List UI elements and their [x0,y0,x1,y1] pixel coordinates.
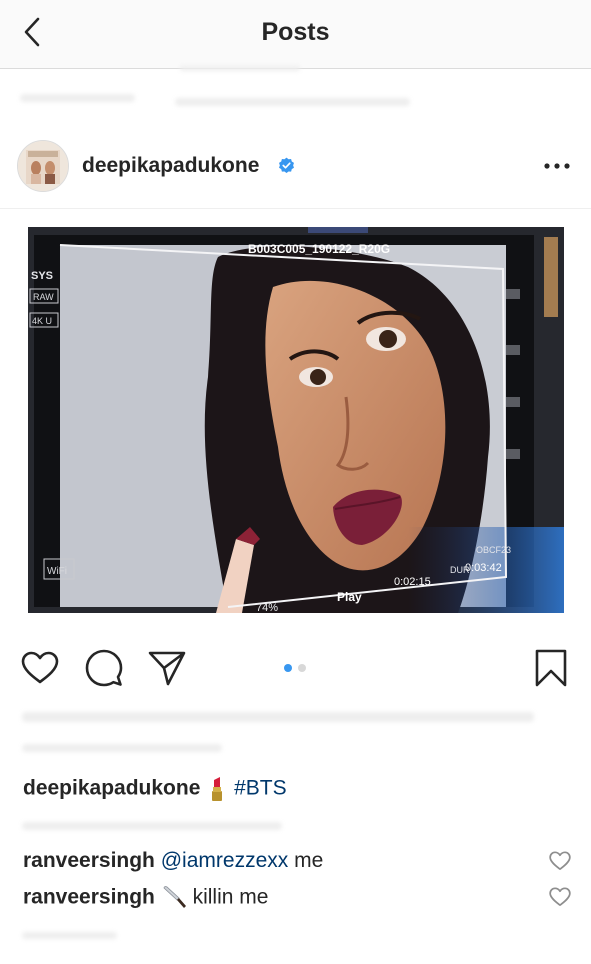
comment-text: me [288,849,324,872]
faded-timestamp [22,932,117,939]
comment-text: killin me [192,885,269,909]
comment-like-button[interactable] [549,887,571,909]
post-header: deepikapadukone [0,140,591,194]
comment-button[interactable] [83,645,125,691]
page-title: Posts [261,18,330,46]
caption-hashtag[interactable]: #BTS [234,777,287,800]
comment-mention[interactable]: @iamrezzexx [161,849,289,872]
save-button[interactable] [530,645,572,691]
heart-icon [549,851,571,870]
faded-likes-line [22,712,534,722]
monitor-timecode: 0:02:15 [394,576,431,588]
monitor-duration: 0:03:42 [465,562,502,574]
more-options-button[interactable] [543,152,571,180]
bookmark-icon [535,649,567,687]
monitor-cam-label: OBCF23 [476,545,511,555]
carousel-dot [298,664,306,672]
send-icon [148,651,186,686]
top-bar: Posts [0,0,591,69]
post-image[interactable]: SYS RAW 4K U WiFi B003C005_190122_R20G 7… [28,227,564,613]
comment-username[interactable]: ranveersingh [23,886,155,909]
comment-icon [85,649,123,687]
monitor-clip-name: B003C005_190122_R20G [248,242,390,256]
caption-username[interactable]: deepikapadukone [23,777,200,800]
carousel-indicator [284,664,306,672]
faded-previous-content [20,94,135,102]
monitor-wifi-label: WiFi [47,566,67,577]
header-divider [0,208,591,209]
post-username[interactable]: deepikapadukone [82,154,259,178]
avatar-image [18,141,68,191]
post-photo-monitor: SYS RAW 4K U WiFi B003C005_190122_R20G 7… [28,227,564,613]
like-button[interactable] [19,645,61,691]
faded-view-comments [22,822,282,830]
lipstick-icon [212,777,223,801]
knife-icon [163,886,186,908]
more-horizontal-icon [544,163,570,169]
monitor-raw-label: RAW [33,292,54,302]
post-action-bar [0,645,591,695]
faded-previous-content [175,98,410,106]
monitor-play-label: Play [337,590,362,604]
monitor-percent: 74% [256,602,278,613]
avatar[interactable] [17,140,69,192]
post-caption: deepikapadukone #BTS [23,776,287,802]
comment: ranveersingh @iamrezzexx me [23,849,323,873]
verified-badge-icon [279,157,294,173]
monitor-sys-label: SYS [31,270,53,282]
comment-like-button[interactable] [549,851,571,873]
carousel-dot-active [284,664,292,672]
monitor-res-label: 4K U [32,316,52,326]
faded-previous-content [180,66,300,71]
faded-likes-line [22,744,222,752]
heart-icon [21,651,59,684]
comment: ranveersingh killin me [23,885,268,911]
share-button[interactable] [146,645,188,691]
heart-icon [549,887,571,906]
comment-username[interactable]: ranveersingh [23,849,155,872]
